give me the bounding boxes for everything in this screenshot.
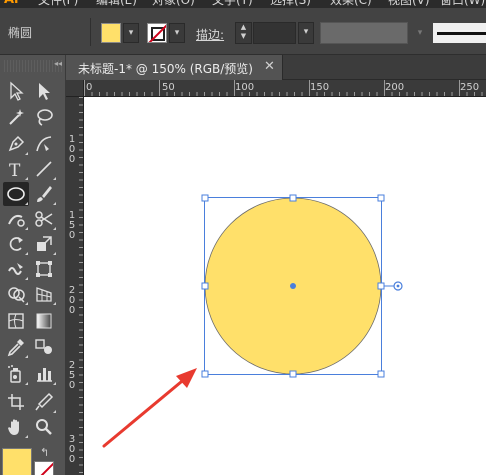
perspective-grid-tool-icon[interactable] [31, 282, 57, 306]
shape-builder-tool-icon[interactable] [3, 282, 29, 306]
lasso-tool-icon[interactable] [31, 105, 57, 129]
annotation-arrow [102, 368, 197, 448]
warp-tool-icon[interactable] [3, 257, 29, 281]
pie-widget-handle[interactable] [393, 281, 403, 291]
vertical-ruler[interactable]: 1 0 0 1 5 0 2 0 0 2 5 0 3 0 0 [66, 97, 84, 475]
magic-wand-tool-icon[interactable] [3, 105, 29, 129]
type-tool-icon[interactable]: T [3, 157, 29, 181]
none-stroke-icon [40, 462, 53, 475]
variable-width-field[interactable] [320, 22, 408, 44]
column-graph-tool-icon[interactable] [31, 362, 57, 386]
stroke-color-large-swatch[interactable] [34, 461, 54, 475]
illustrator-window: Ai 文件(F) 编辑(E) 对象(O) 文字(T) 选择(S) 效果(C) 视… [0, 0, 486, 475]
fill-color-swatch[interactable] [101, 23, 121, 43]
variable-width-dropdown[interactable]: ▾ [412, 22, 428, 44]
app-logo: Ai [4, 0, 19, 8]
stroke-weight-input[interactable] [253, 22, 296, 44]
menu-view[interactable]: 视图(V) [388, 0, 430, 8]
stroke-weight-stepper[interactable]: ▲ ▼ [235, 22, 252, 44]
paintbrush-tool-icon[interactable] [31, 182, 57, 206]
ruler-label: 0 [86, 82, 93, 93]
pen-tool-icon[interactable] [3, 132, 29, 156]
control-bar: 椭圆 ▾ ▾ 描边: ▲ ▼ ▾ ▾ [0, 8, 486, 55]
ruler-ticks [84, 80, 483, 96]
tools-panel: ◂◂ T ↰ [0, 55, 66, 475]
collapse-icon[interactable]: ◂◂ [54, 59, 62, 68]
menu-object[interactable]: 对象(O) [152, 0, 195, 8]
menu-edit[interactable]: 编辑(E) [96, 0, 137, 8]
ruler-origin[interactable] [66, 80, 84, 97]
ruler-label: 100 [235, 82, 255, 93]
shaper-tool-icon[interactable] [3, 207, 29, 231]
scissors-tool-icon[interactable] [31, 207, 57, 231]
gradient-tool-icon[interactable] [31, 309, 57, 333]
selected-shape-label: 椭圆 [8, 26, 33, 40]
none-stroke-icon [148, 24, 166, 42]
zoom-tool-icon[interactable] [31, 415, 57, 439]
ruler-label: 150 [310, 82, 330, 93]
direct-selection-tool-icon[interactable] [31, 79, 57, 103]
menu-file[interactable]: 文件(F) [38, 0, 78, 8]
document-tab-bar: 未标题-1* @ 150% (RGB/预览) ✕ [68, 55, 486, 80]
curvature-tool-icon[interactable] [31, 132, 57, 156]
ruler-label: 50 [162, 82, 175, 93]
artboard-tool-icon[interactable] [3, 390, 29, 414]
ruler-label: 250 [460, 82, 480, 93]
menu-window[interactable]: 窗口(W) [440, 0, 485, 8]
hand-tool-icon[interactable] [3, 415, 29, 439]
stroke-colon: : [220, 28, 225, 42]
menu-type[interactable]: 文字(T) [212, 0, 253, 8]
scale-tool-icon[interactable] [31, 232, 57, 256]
horizontal-ruler[interactable]: 0 50 100 150 200 250 [84, 80, 486, 97]
ruler-label: 1 0 0 [68, 134, 76, 165]
stroke-profile-preview[interactable] [432, 22, 486, 44]
menu-effect[interactable]: 效果(C) [330, 0, 372, 8]
selection-tool-icon[interactable] [3, 79, 29, 103]
ruler-label: 2 0 0 [68, 285, 76, 316]
stroke-weight-dropdown[interactable]: ▾ [298, 22, 314, 44]
center-point [290, 283, 296, 289]
free-transform-tool-icon[interactable] [31, 257, 57, 281]
document-tab[interactable]: 未标题-1* @ 150% (RGB/预览) ✕ [68, 55, 283, 80]
ellipse-tool-icon[interactable] [3, 182, 29, 206]
canvas-artwork [102, 194, 403, 448]
stroke-label[interactable]: 描边: [196, 26, 224, 43]
eyedropper-tool-icon[interactable] [3, 335, 29, 359]
close-tab-icon[interactable]: ✕ [264, 59, 275, 74]
symbol-sprayer-tool-icon[interactable] [3, 362, 29, 386]
mesh-tool-icon[interactable] [3, 309, 29, 333]
ruler-label: 3 0 0 [68, 434, 76, 465]
stroke-dropdown-button[interactable]: ▾ [169, 23, 185, 43]
ruler-label: 1 5 0 [68, 210, 76, 241]
stroke-color-swatch[interactable] [147, 23, 167, 43]
fill-dropdown-button[interactable]: ▾ [123, 23, 139, 43]
slice-tool-icon[interactable] [31, 390, 57, 414]
blend-tool-icon[interactable] [31, 335, 57, 359]
document-tab-title: 未标题-1* @ 150% (RGB/预览) [78, 62, 253, 76]
menu-bar: Ai 文件(F) 编辑(E) 对象(O) 文字(T) 选择(S) 效果(C) 视… [0, 0, 486, 8]
ruler-label: 2 5 0 [68, 360, 76, 391]
fill-color-large-swatch[interactable] [2, 448, 32, 475]
ruler-label: 200 [385, 82, 405, 93]
artboard-canvas[interactable] [84, 97, 486, 475]
divider [90, 18, 91, 46]
line-segment-tool-icon[interactable] [31, 157, 57, 181]
menu-select[interactable]: 选择(S) [270, 0, 311, 8]
swap-colors-icon[interactable]: ↰ [40, 446, 49, 459]
svg-text:T: T [9, 161, 21, 179]
rotate-tool-icon[interactable] [3, 232, 29, 256]
